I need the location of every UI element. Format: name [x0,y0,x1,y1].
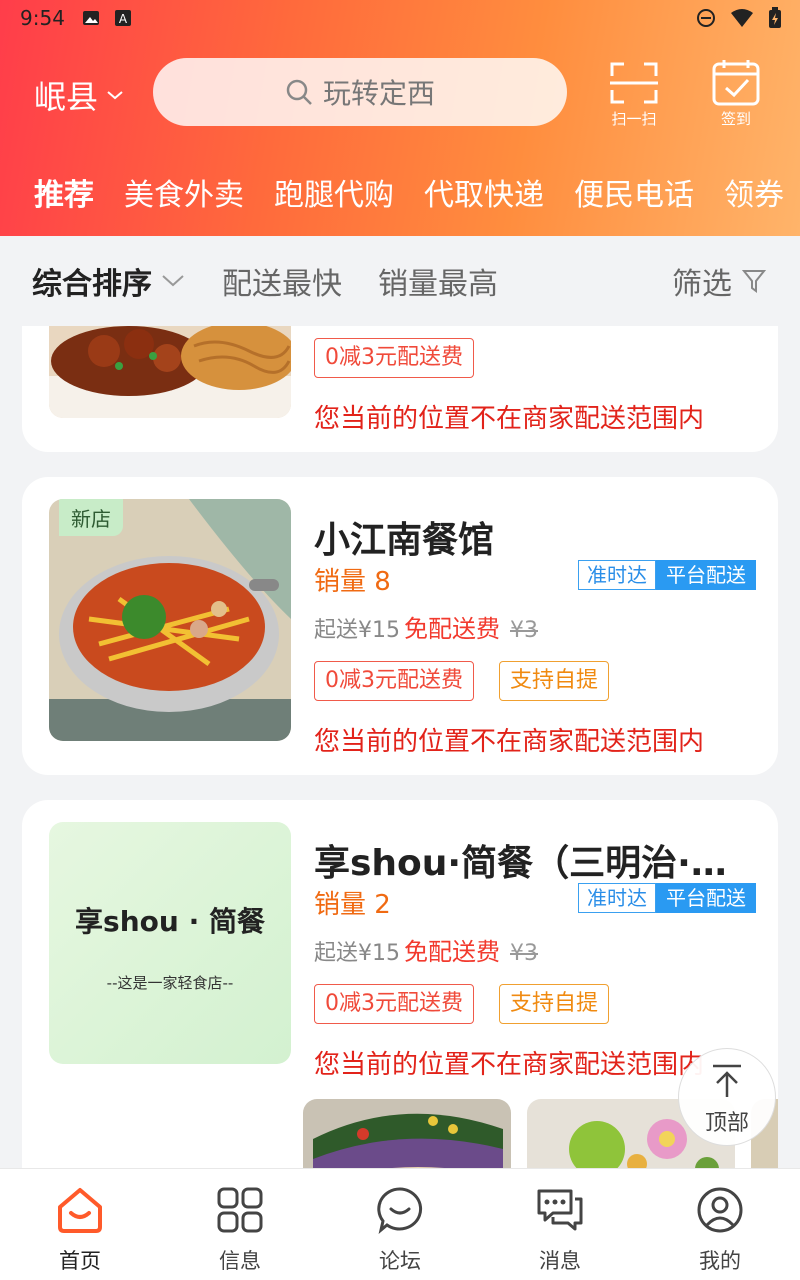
delivery-badges: 准时达 平台配送 [578,560,756,590]
shop-list[interactable]: 0减3元配送费 您当前的位置不在商家配送范围内 新店 小江南餐馆 销量 8 准时… [0,326,800,1168]
message-icon [537,1189,583,1231]
shop-image: 享shou · 简餐 --这是一家轻食店-- [49,822,291,1064]
nav-forum[interactable]: 论坛 [320,1169,480,1280]
delivery-fee-row: 起送¥15 免配送费 ¥3 [314,932,538,967]
thumb-title: 享shou · 简餐 [75,905,265,938]
nav-profile[interactable]: 我的 [640,1169,800,1280]
location-selector[interactable]: 岷县 [34,72,124,118]
discount-tag: 0减3元配送费 [314,661,474,701]
discount-tag: 0减3元配送费 [314,338,474,378]
nav-messages-label: 消息 [539,1249,581,1273]
scan-button[interactable]: 扫一扫 [604,58,664,128]
gallery-icon [83,11,99,25]
shop-name: 小江南餐馆 [314,520,495,561]
pickup-tag: 支持自提 [499,984,610,1024]
sort-top-sales[interactable]: 销量最高 [378,259,498,303]
delivery-fee-row: 起送¥15 免配送费 ¥3 [314,609,538,644]
forum-icon [377,1187,423,1234]
on-time-badge: 准时达 [578,883,656,913]
filter-button[interactable]: 筛选 [672,259,766,303]
search-bar[interactable]: 玩转定西 [153,58,567,126]
nav-home[interactable]: 首页 [0,1169,160,1280]
platform-delivery-badge: 平台配送 [656,560,756,590]
chevron-down-icon [162,275,184,287]
on-time-badge: 准时达 [578,560,656,590]
tab-coupons[interactable]: 领券 [724,170,784,214]
header: 9:54 A 岷县 玩转定西 扫一扫 签到 推荐 美食外卖 跑腿代购 代取快递 … [0,0,800,250]
search-icon [286,79,312,105]
nav-messages[interactable]: 消息 [480,1169,640,1280]
profile-icon [697,1187,743,1233]
home-icon [58,1188,102,1233]
tab-errand[interactable]: 跑腿代购 [274,170,394,214]
chevron-down-icon [107,91,123,100]
nav-home-label: 首页 [59,1249,101,1273]
tab-recommend[interactable]: 推荐 [34,170,94,250]
category-tabs: 推荐 美食外卖 跑腿代购 代取快递 便民电话 领券 [34,170,784,250]
tab-food-delivery[interactable]: 美食外卖 [124,170,244,214]
free-delivery: 免配送费 [404,938,500,966]
filter-icon [742,270,766,293]
calendar-check-icon [712,60,760,106]
scan-icon [610,62,658,104]
product-image[interactable] [303,1099,511,1168]
thumb-subtitle: --这是一家轻食店-- [106,974,234,992]
location-label: 岷县 [34,78,99,116]
shop-name: 享shou·简餐（三明治·沙… [314,843,754,884]
shop-image: 新店 [49,499,291,741]
battery-icon [769,7,781,28]
app-notification-icon: A [115,10,131,26]
shop-card[interactable]: 0减3元配送费 您当前的位置不在商家配送范围内 [22,326,778,452]
wifi-icon [731,9,753,27]
signin-label: 签到 [720,110,751,128]
nav-info-label: 信息 [219,1249,261,1273]
sort-bar: 综合排序 配送最快 销量最高 筛选 [0,236,800,326]
tab-parcel-pickup[interactable]: 代取快递 [424,170,544,214]
dnd-icon [697,9,715,27]
min-order: 起送¥15 [314,941,400,966]
nav-forum-label: 论坛 [379,1249,421,1273]
nav-info[interactable]: 信息 [160,1169,320,1280]
back-to-top-button[interactable]: 顶部 [678,1048,776,1146]
platform-delivery-badge: 平台配送 [656,883,756,913]
grid-icon [217,1187,263,1233]
status-bar: 9:54 A [0,0,800,36]
sort-fastest[interactable]: 配送最快 [222,259,342,303]
shop-card[interactable]: 享shou · 简餐 --这是一家轻食店-- 享shou·简餐（三明治·沙… 销… [22,800,778,1168]
back-to-top-label: 顶部 [704,1111,749,1136]
arrow-up-icon [713,1064,741,1097]
search-placeholder: 玩转定西 [322,77,435,110]
sort-comprehensive-label: 综合排序 [32,267,152,302]
shop-card[interactable]: 新店 小江南餐馆 销量 8 准时达 平台配送 起送¥15 免配送费 ¥3 0减3元配… [22,477,778,775]
svg-text:A: A [119,12,128,26]
nav-profile-label: 我的 [699,1249,741,1273]
sort-comprehensive[interactable]: 综合排序 [32,259,186,303]
new-shop-badge: 新店 [59,499,123,536]
tab-service-phone[interactable]: 便民电话 [574,170,694,214]
bottom-nav: 首页 信息 论坛 消息 我的 [0,1168,800,1280]
signin-button[interactable]: 签到 [706,58,766,128]
min-order: 起送¥15 [314,618,400,643]
delivery-badges: 准时达 平台配送 [578,883,756,913]
shop-image [49,326,291,418]
discount-tag: 0减3元配送费 [314,984,474,1024]
scan-label: 扫一扫 [611,110,657,128]
filter-label: 筛选 [672,267,732,302]
out-of-range-warning: 您当前的位置不在商家配送范围内 [314,1050,705,1080]
sales-count: 销量 2 [314,890,391,920]
sales-count: 销量 8 [314,567,391,597]
pickup-tag: 支持自提 [499,661,610,701]
original-fee: ¥3 [510,618,538,643]
status-time: 9:54 [20,6,65,30]
out-of-range-warning: 您当前的位置不在商家配送范围内 [314,727,705,757]
free-delivery: 免配送费 [404,615,500,643]
original-fee: ¥3 [510,941,538,966]
out-of-range-warning: 您当前的位置不在商家配送范围内 [314,404,705,434]
